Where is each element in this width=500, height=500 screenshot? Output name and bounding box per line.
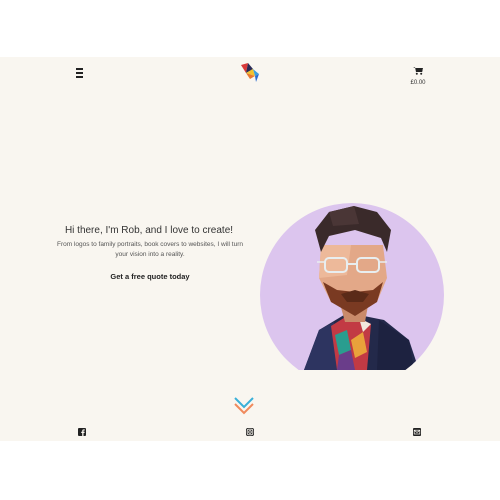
hamburger-menu-icon[interactable] (73, 66, 86, 78)
site-logo[interactable] (239, 61, 261, 85)
page-body: £0.00 Hi there, I'm Rob, and I love to c… (0, 57, 500, 441)
free-quote-link[interactable]: Get a free quote today (94, 272, 206, 281)
chevron-down-icon[interactable] (233, 395, 255, 417)
hero-subtitle: From logos to family portraits, book cov… (56, 241, 244, 258)
hero-title: Hi there, I'm Rob, and I love to create! (64, 225, 234, 236)
portrait-illustration (260, 203, 444, 370)
email-icon[interactable] (413, 428, 421, 436)
cart-button[interactable]: £0.00 (405, 62, 431, 86)
shopping-cart-icon (413, 67, 423, 75)
cart-total: £0.00 (410, 80, 426, 86)
facebook-icon[interactable] (78, 428, 86, 436)
instagram-icon[interactable] (246, 428, 254, 436)
colorful-bird-logo-icon (241, 63, 259, 82)
